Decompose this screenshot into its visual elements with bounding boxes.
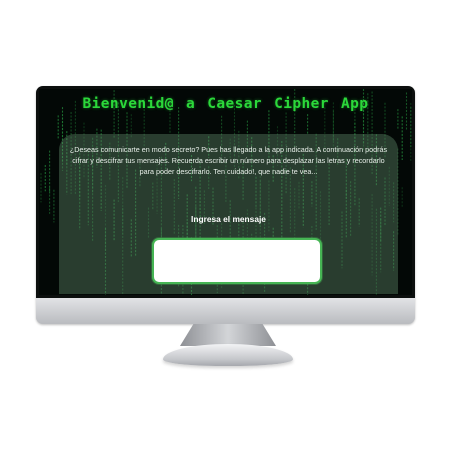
app-screen: Bienvenid@ a Caesar Cipher App ¿Deseas c…	[39, 89, 412, 295]
content-panel: ¿Deseas comunicarte en modo secreto? Pue…	[59, 134, 398, 294]
monitor-chin	[36, 298, 415, 324]
message-input[interactable]	[152, 238, 322, 284]
intro-text: ¿Deseas comunicarte en modo secreto? Pue…	[69, 145, 388, 176]
monitor-stand-neck	[180, 324, 276, 346]
page-title: Bienvenid@ a Caesar Cipher App	[82, 96, 369, 112]
message-label: Ingresa el mensaje	[191, 214, 266, 224]
monitor-bezel: Bienvenid@ a Caesar Cipher App ¿Deseas c…	[36, 86, 415, 298]
monitor: Bienvenid@ a Caesar Cipher App ¿Deseas c…	[36, 86, 415, 324]
monitor-stand-base	[163, 344, 293, 366]
